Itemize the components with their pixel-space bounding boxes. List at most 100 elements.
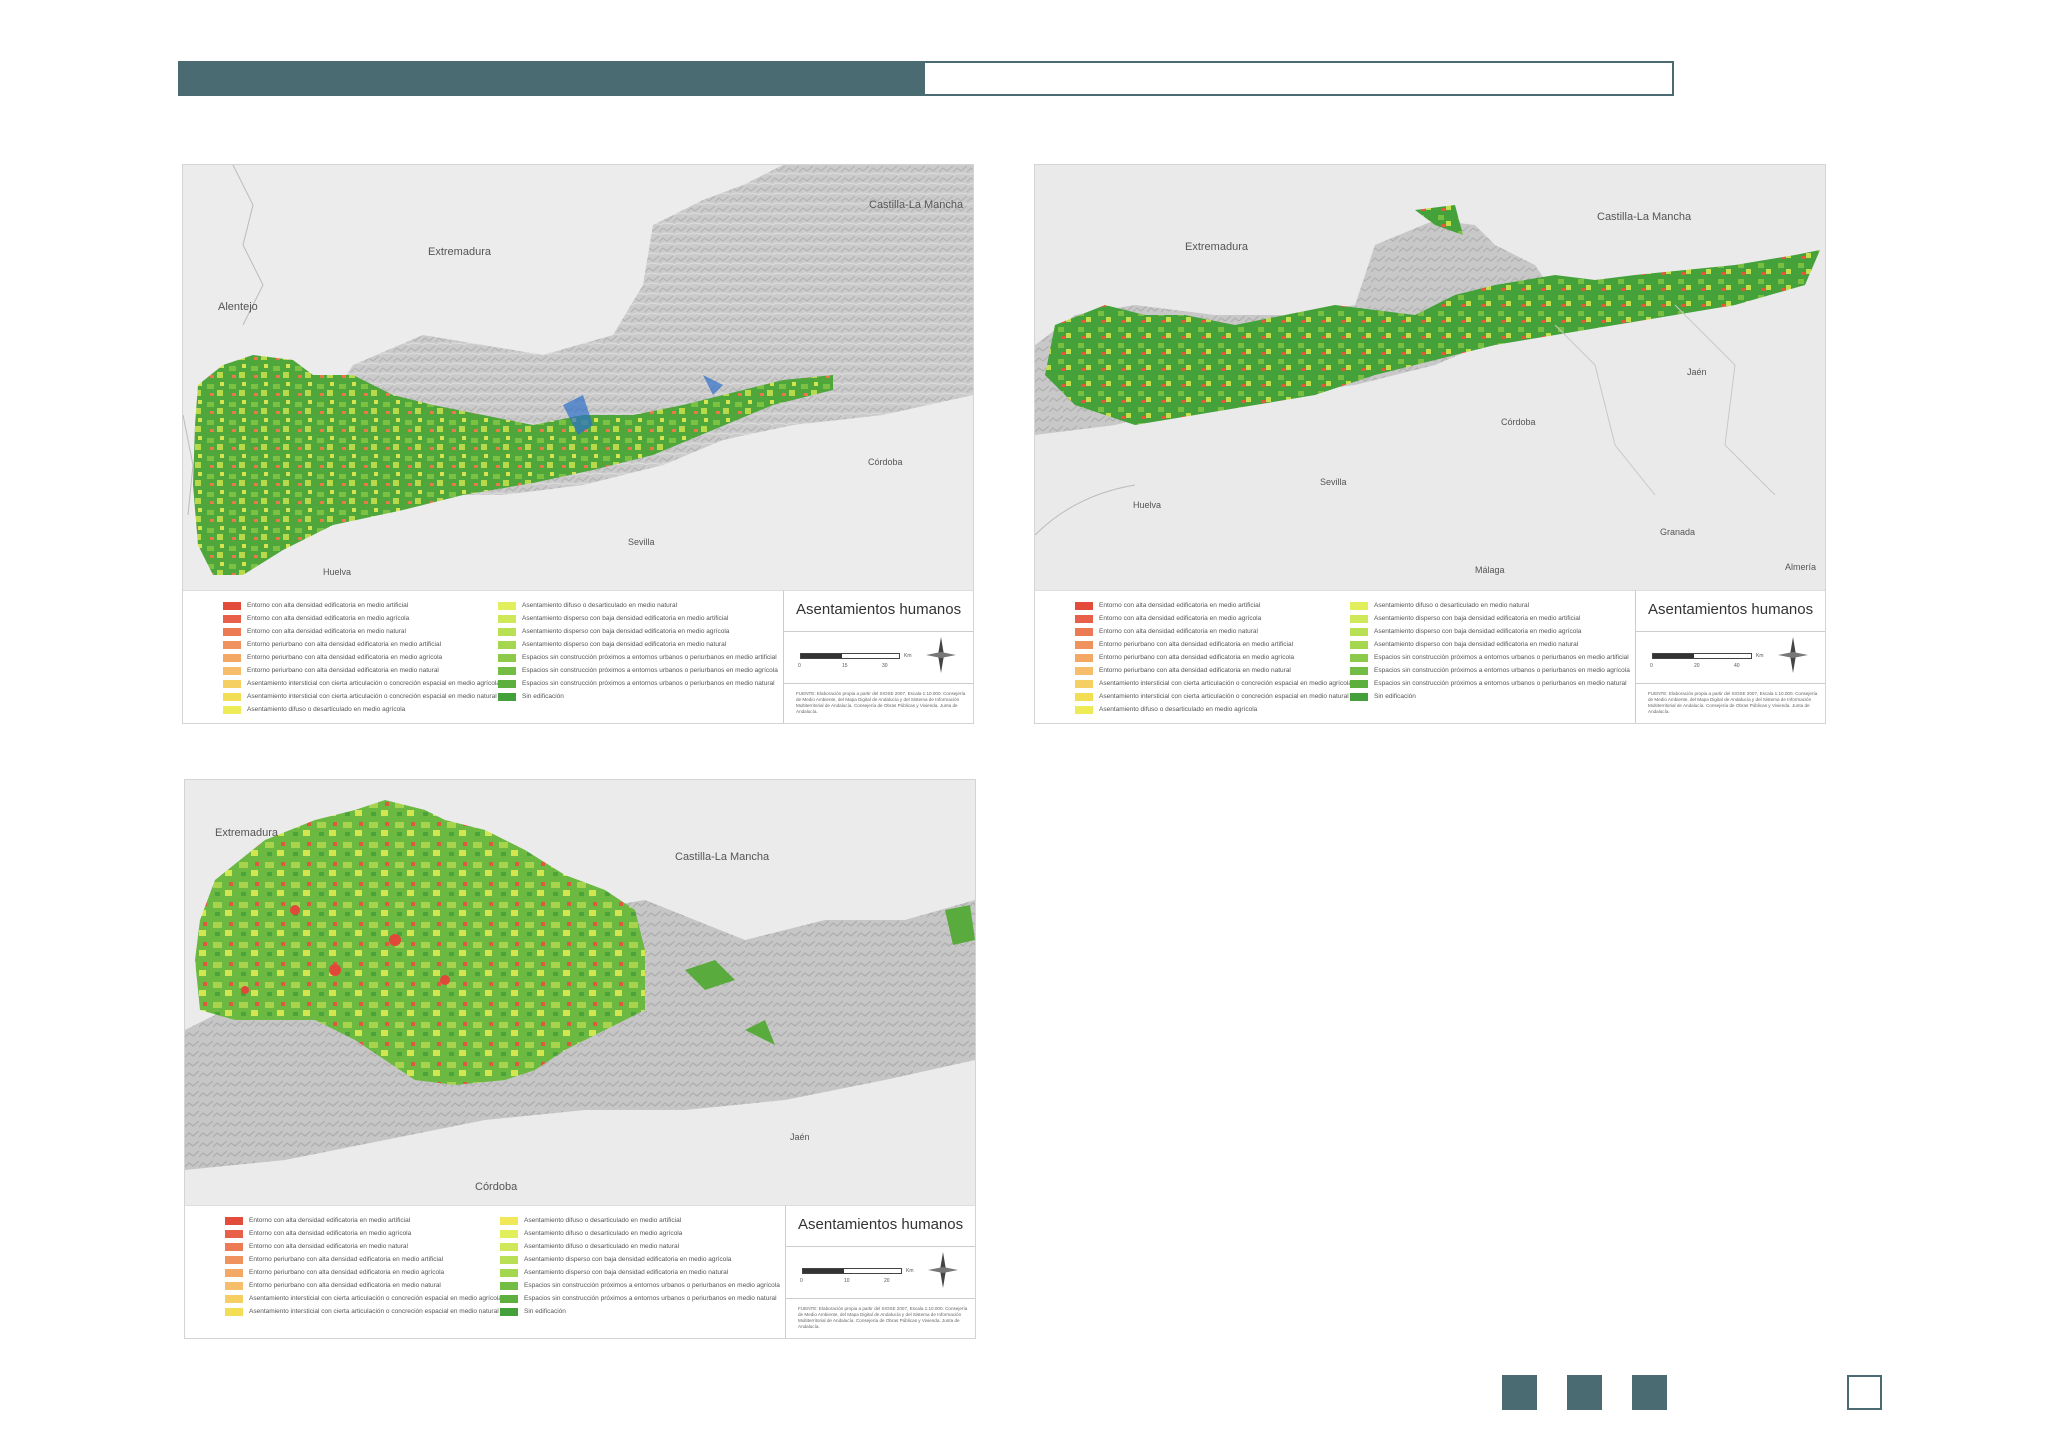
map-legend: Entorno con alta densidad edificatoria e… — [185, 1205, 785, 1338]
legend-label: Asentamiento difuso o desarticulado en m… — [247, 706, 406, 713]
legend-label: Entorno periurbano con alta densidad edi… — [249, 1256, 444, 1263]
legend-item: Asentamiento intersticial con cierta art… — [223, 677, 500, 690]
legend-swatch — [498, 666, 516, 675]
legend-label: Asentamiento difuso o desarticulado en m… — [1099, 706, 1258, 713]
place-label: Córdoba — [1501, 417, 1536, 427]
nav-square-empty[interactable] — [1847, 1375, 1882, 1410]
source-note: FUENTE: Elaboración propia a partir del … — [796, 691, 966, 714]
legend-swatch — [498, 601, 516, 610]
map-area-1: Extremadura Castilla-La Mancha Alentejo … — [183, 165, 973, 590]
legend-swatch — [1350, 679, 1368, 688]
legend-item: Asentamiento intersticial con cierta art… — [1075, 677, 1352, 690]
legend-label: Entorno con alta densidad edificatoria e… — [247, 628, 406, 635]
place-label: Castilla-La Mancha — [869, 199, 964, 211]
place-label: Jaén — [790, 1132, 810, 1142]
place-label: Jaén — [1687, 367, 1707, 377]
legend-item: Espacios sin construcción próximos a ent… — [1350, 651, 1630, 664]
legend-item: Asentamiento disperso con baja densidad … — [498, 612, 778, 625]
place-label: Extremadura — [1185, 241, 1249, 253]
map-legend: Entorno con alta densidad edificatoria e… — [1035, 590, 1635, 723]
legend-swatch — [1075, 653, 1093, 662]
legend-label: Entorno periurbano con alta densidad edi… — [249, 1282, 441, 1289]
legend-label: Asentamiento disperso con baja densidad … — [1374, 615, 1581, 622]
legend-swatch — [225, 1307, 243, 1316]
legend-label: Entorno con alta densidad edificatoria e… — [249, 1217, 411, 1224]
legend-item: Asentamiento disperso con baja densidad … — [498, 638, 778, 651]
urban-core — [329, 964, 341, 976]
legend-item: Entorno periurbano con alta densidad edi… — [225, 1253, 502, 1266]
place-label: Huelva — [323, 567, 351, 577]
legend-item: Sin edificación — [498, 690, 778, 703]
legend-column: Entorno con alta densidad edificatoria e… — [225, 1214, 502, 1318]
legend-label: Asentamiento intersticial con cierta art… — [1099, 680, 1352, 687]
legend-item: Asentamiento difuso o desarticulado en m… — [498, 599, 778, 612]
map-panel-3: Extremadura Castilla-La Mancha Jaén Córd… — [184, 779, 976, 1339]
map-area-2: Extremadura Castilla-La Mancha Jaén Córd… — [1035, 165, 1825, 590]
place-label: Castilla-La Mancha — [675, 851, 770, 863]
map-title: Asentamientos humanos — [796, 601, 962, 618]
legend-label: Asentamiento intersticial con cierta art… — [249, 1295, 502, 1302]
scale-bar — [800, 653, 900, 659]
legend-item: Sin edificación — [500, 1305, 780, 1318]
compass-icon — [928, 1252, 958, 1288]
legend-column: Asentamiento difuso o desarticulado en m… — [498, 599, 778, 703]
source-note: FUENTE: Elaboración propia a partir del … — [798, 1306, 968, 1329]
place-label: Sevilla — [628, 537, 655, 547]
legend-item: Asentamiento disperso con baja densidad … — [1350, 638, 1630, 651]
legend-swatch — [1350, 666, 1368, 675]
map-title-box: Asentamientos humanos 0 20 40 Km FUENTE:… — [1635, 590, 1825, 723]
legend-label: Sin edificación — [1374, 693, 1416, 700]
legend-swatch — [223, 627, 241, 636]
nav-square-1[interactable] — [1502, 1375, 1537, 1410]
urban-core — [440, 975, 450, 985]
place-label: Extremadura — [428, 246, 492, 258]
legend-label: Asentamiento intersticial con cierta art… — [247, 680, 500, 687]
place-label: Granada — [1660, 527, 1695, 537]
map-canvas-1: Extremadura Castilla-La Mancha Alentejo … — [183, 165, 973, 590]
legend-swatch — [500, 1255, 518, 1264]
legend-swatch — [500, 1307, 518, 1316]
legend-swatch — [1350, 614, 1368, 623]
legend-label: Entorno periurbano con alta densidad edi… — [247, 667, 439, 674]
legend-label: Sin edificación — [524, 1308, 566, 1315]
legend-swatch — [500, 1281, 518, 1290]
legend-item: Espacios sin construcción próximos a ent… — [498, 651, 778, 664]
legend-item: Sin edificación — [1350, 690, 1630, 703]
legend-label: Entorno con alta densidad edificatoria e… — [1099, 615, 1262, 622]
legend-swatch — [223, 614, 241, 623]
legend-item: Espacios sin construcción próximos a ent… — [498, 677, 778, 690]
legend-column: Asentamiento difuso o desarticulado en m… — [500, 1214, 780, 1318]
legend-item: Asentamiento disperso con baja densidad … — [1350, 625, 1630, 638]
place-label: Sevilla — [1320, 477, 1347, 487]
legend-label: Entorno con alta densidad edificatoria e… — [247, 615, 410, 622]
nav-square-2[interactable] — [1567, 1375, 1602, 1410]
legend-item: Entorno periurbano con alta densidad edi… — [225, 1266, 502, 1279]
legend-swatch — [1075, 692, 1093, 701]
legend-item: Asentamiento intersticial con cierta art… — [225, 1292, 502, 1305]
legend-label: Sin edificación — [522, 693, 564, 700]
legend-label: Entorno periurbano con alta densidad edi… — [249, 1269, 445, 1276]
place-label: Córdoba — [868, 457, 903, 467]
legend-swatch — [498, 679, 516, 688]
legend-swatch — [1075, 666, 1093, 675]
legend-label: Entorno con alta densidad edificatoria e… — [1099, 602, 1261, 609]
legend-swatch — [225, 1229, 243, 1238]
legend-swatch — [500, 1294, 518, 1303]
legend-item: Asentamiento difuso o desarticulado en m… — [500, 1240, 780, 1253]
legend-label: Asentamiento difuso o desarticulado en m… — [1374, 602, 1530, 609]
legend-item: Asentamiento intersticial con cierta art… — [223, 690, 500, 703]
map-area-3: Extremadura Castilla-La Mancha Jaén Córd… — [185, 780, 975, 1205]
legend-item: Entorno con alta densidad edificatoria e… — [225, 1214, 502, 1227]
map-canvas-3: Extremadura Castilla-La Mancha Jaén Córd… — [185, 780, 975, 1205]
legend-swatch — [225, 1281, 243, 1290]
header-progress-bar — [178, 61, 1674, 96]
legend-label: Asentamiento disperso con baja densidad … — [522, 628, 730, 635]
nav-square-3[interactable] — [1632, 1375, 1667, 1410]
legend-swatch — [498, 614, 516, 623]
legend-swatch — [1075, 627, 1093, 636]
legend-item: Asentamiento disperso con baja densidad … — [1350, 612, 1630, 625]
legend-item: Espacios sin construcción próximos a ent… — [1350, 677, 1630, 690]
place-label: Extremadura — [215, 827, 279, 839]
legend-label: Espacios sin construcción próximos a ent… — [522, 680, 775, 687]
legend-swatch — [1350, 601, 1368, 610]
